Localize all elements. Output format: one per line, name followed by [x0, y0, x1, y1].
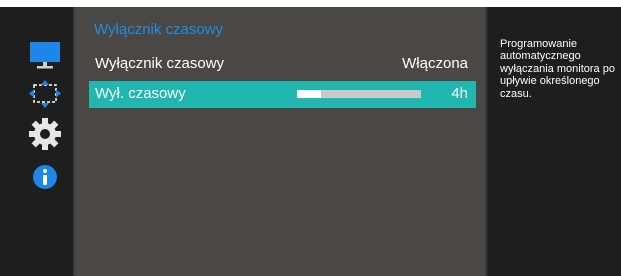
menu-panel: Wyłącznik czasowy Wyłącznik czasowy Włąc…: [75, 7, 486, 276]
monitor-icon[interactable]: [28, 38, 62, 72]
menu-title: Wyłącznik czasowy: [94, 21, 224, 38]
osd-panel: Wyłącznik czasowy Wyłącznik czasowy Włąc…: [0, 7, 621, 276]
timer-slider-fill: [297, 90, 321, 98]
size-position-icon[interactable]: [28, 77, 62, 111]
menu-item-value: 4h: [451, 85, 468, 102]
sidebar: [0, 7, 75, 276]
gear-icon[interactable]: [28, 117, 62, 151]
help-text: Programowanie automatycznego wyłączania …: [500, 38, 615, 100]
menu-item-label: Wyłącznik czasowy: [95, 55, 225, 72]
info-icon[interactable]: [28, 160, 62, 194]
timer-slider[interactable]: [297, 90, 421, 98]
menu-item-value: Włączona: [402, 55, 468, 72]
menu-item-turn-off-after[interactable]: Wył. czasowy 4h: [89, 81, 476, 108]
menu-item-off-timer[interactable]: Wyłącznik czasowy Włączona: [89, 51, 476, 78]
menu-item-label: Wył. czasowy: [95, 85, 186, 102]
help-panel: Programowanie automatycznego wyłączania …: [488, 7, 621, 276]
